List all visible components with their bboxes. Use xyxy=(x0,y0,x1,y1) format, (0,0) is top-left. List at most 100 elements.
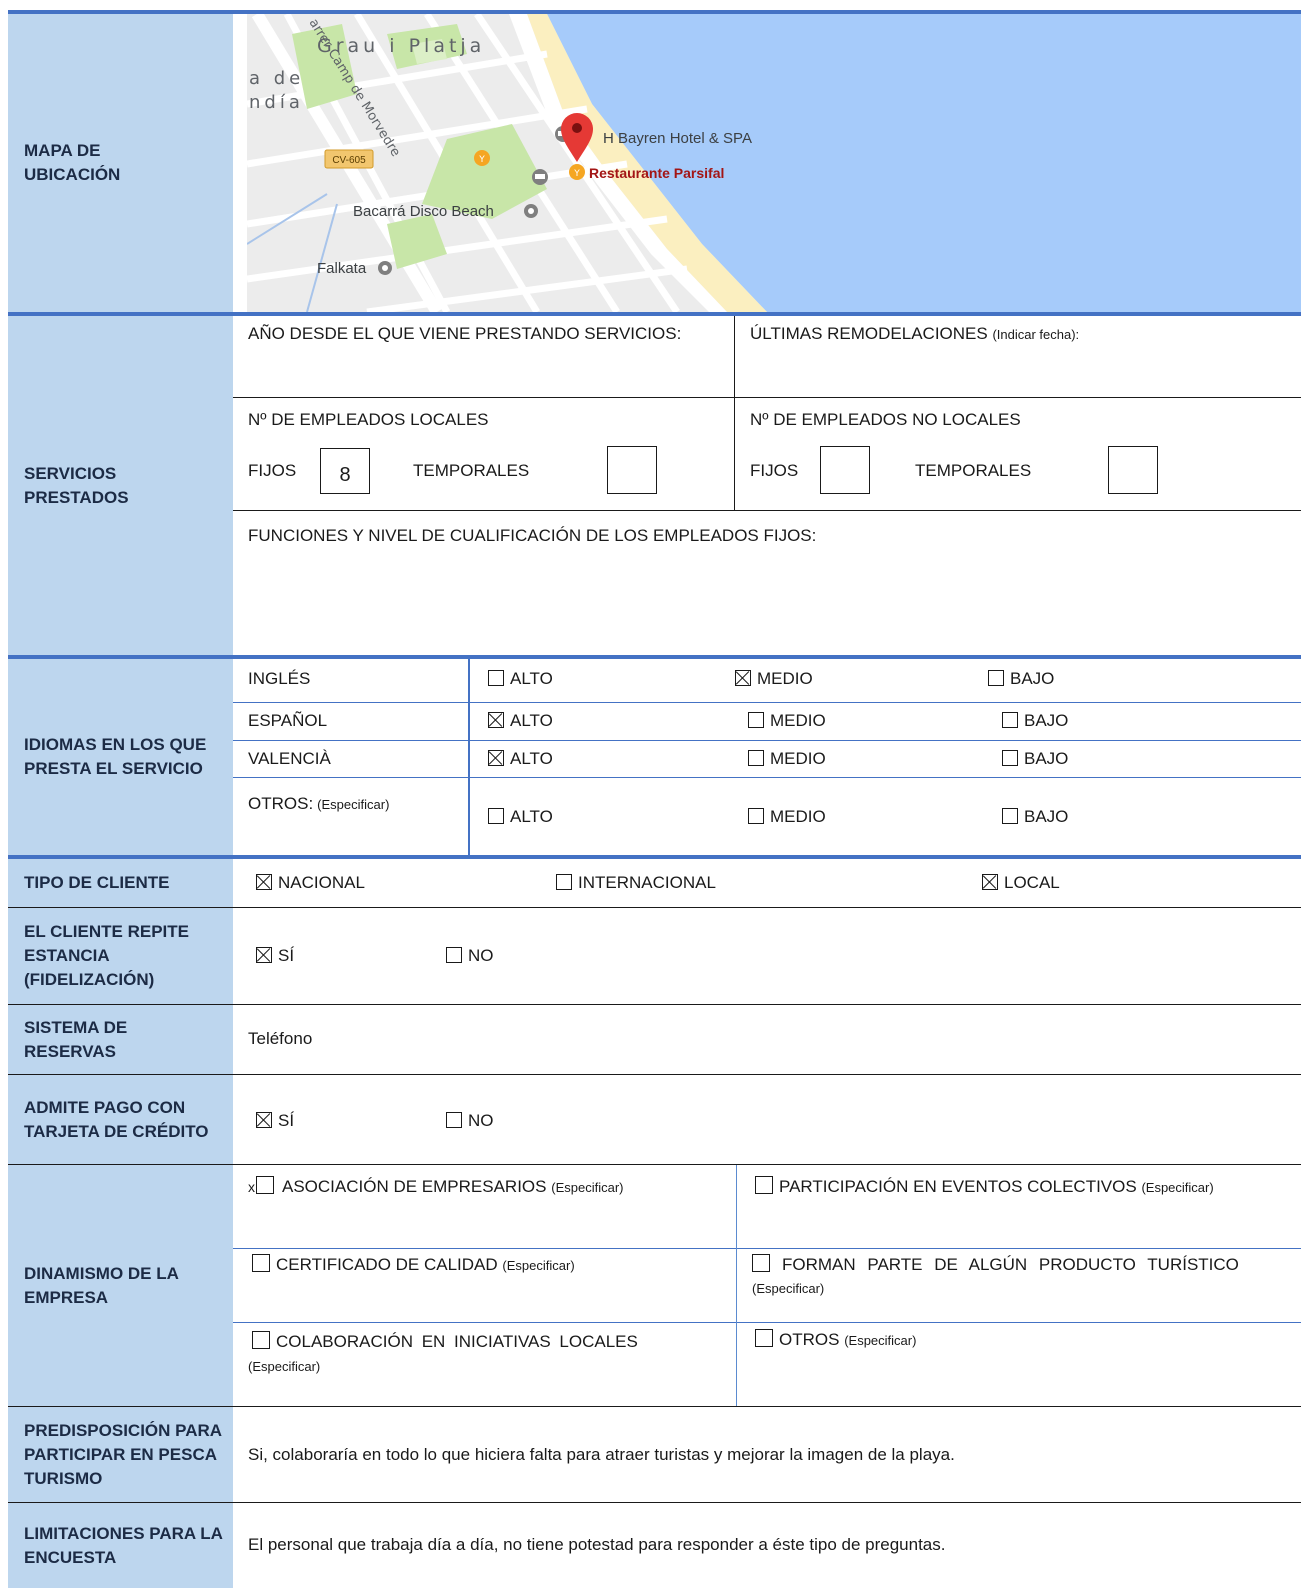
fijos-locales-label: FIJOS xyxy=(248,461,297,480)
divider-dinamismo xyxy=(736,1165,737,1406)
nacional-checkbox-icon[interactable] xyxy=(256,874,272,890)
repite-no-checkbox-icon[interactable] xyxy=(446,947,462,963)
pago-no-checkbox-icon[interactable] xyxy=(446,1112,462,1128)
map-road-label: CV-605 xyxy=(332,155,366,166)
idioma-bajo-checkbox-icon[interactable] xyxy=(1002,712,1018,728)
participacion-option[interactable]: PARTICIPACIÓN EN EVENTOS COLECTIVOS (Esp… xyxy=(755,1175,1214,1200)
asociacion-prefix: x xyxy=(248,1179,255,1195)
idioma-option-medio[interactable]: MEDIO xyxy=(748,805,826,829)
predisposicion-value: Si, colaboraría en todo lo que hiciera f… xyxy=(248,1445,955,1464)
idioma-medio-checkbox-icon[interactable] xyxy=(748,808,764,824)
label-tipo-cliente: TIPO DE CLIENTE xyxy=(24,873,170,892)
idioma-option-bajo[interactable]: BAJO xyxy=(988,667,1054,691)
pago-si-option[interactable]: SÍ xyxy=(256,1109,294,1133)
fijos-locales-value: 8 xyxy=(339,464,351,486)
funciones-label: FUNCIONES Y NIVEL DE CUALIFICACIÓN DE LO… xyxy=(248,526,817,545)
remodel-note: (Indicar fecha): xyxy=(992,327,1080,342)
producto-note: (Especificar) xyxy=(752,1281,825,1296)
idioma-name: OTROS: (Especificar) xyxy=(248,792,389,817)
map-area-left2: ndía xyxy=(249,92,304,113)
idioma-alto-checkbox-icon[interactable] xyxy=(488,808,504,824)
idioma-option-bajo[interactable]: BAJO xyxy=(1002,747,1068,771)
repite-no-label: NO xyxy=(468,946,494,965)
idioma-alto-checkbox-icon[interactable] xyxy=(488,750,504,766)
divider-serv-1 xyxy=(734,316,735,398)
certificado-label: CERTIFICADO DE CALIDAD xyxy=(276,1255,498,1274)
idioma-medio-checkbox-icon[interactable] xyxy=(735,670,751,686)
asociacion-checkbox-icon[interactable] xyxy=(256,1176,274,1194)
idioma-option-alto[interactable]: ALTO xyxy=(488,667,553,691)
colaboracion-option[interactable]: COLABORACIÓN EN INICIATIVAS LOCALES xyxy=(252,1330,638,1354)
temporales-no-locales-field[interactable] xyxy=(1108,446,1158,494)
label-pago: ADMITE PAGO CON TARJETA DE CRÉDITO xyxy=(24,1097,209,1141)
repite-si-label: SÍ xyxy=(278,946,295,965)
label-repite: EL CLIENTE REPITE ESTANCIA (FIDELIZACIÓN… xyxy=(24,922,189,989)
map-disco-label: Bacarrá Disco Beach xyxy=(353,203,494,220)
divider-idiomas xyxy=(468,659,470,855)
idioma-level-label: MEDIO xyxy=(770,711,826,730)
idioma-medio-checkbox-icon[interactable] xyxy=(748,712,764,728)
producto-option[interactable]: FORMAN PARTE DE ALGÚN PRODUCTO TURÍSTICO xyxy=(752,1253,1239,1277)
repite-no-option[interactable]: NO xyxy=(446,944,494,968)
local-checkbox-icon[interactable] xyxy=(982,874,998,890)
form-page: MAPA DE UBICACIÓN SERVICIOS PRESTADOS ID… xyxy=(0,0,1301,1588)
rule-din-1 xyxy=(233,1248,1301,1249)
label-idiomas: IDIOMAS EN LOS QUE PRESTA EL SERVICIO xyxy=(24,735,207,778)
repite-si-option[interactable]: SÍ xyxy=(256,944,294,968)
idioma-name: INGLÉS xyxy=(248,667,310,691)
idioma-alto-checkbox-icon[interactable] xyxy=(488,712,504,728)
idioma-bajo-checkbox-icon[interactable] xyxy=(988,670,1004,686)
local-option[interactable]: LOCAL xyxy=(982,871,1060,895)
temporales-locales-field[interactable] xyxy=(607,446,657,494)
map-area-left1: a de xyxy=(249,68,304,89)
repite-si-checkbox-icon[interactable] xyxy=(256,947,272,963)
pago-no-option[interactable]: NO xyxy=(446,1109,494,1133)
fijos-no-locales-field[interactable] xyxy=(820,446,870,494)
temporales-locales-label: TEMPORALES xyxy=(413,461,530,480)
participacion-checkbox-icon[interactable] xyxy=(755,1176,773,1194)
otros-checkbox-icon[interactable] xyxy=(755,1329,773,1347)
otros-option[interactable]: OTROS (Especificar) xyxy=(755,1328,916,1353)
map-restaurant-label: Restaurante Parsifal xyxy=(589,165,724,181)
producto-checkbox-icon[interactable] xyxy=(752,1254,770,1272)
reservas-value: Teléfono xyxy=(248,1029,313,1048)
fijos-locales-field[interactable]: 8 xyxy=(320,448,370,494)
colaboracion-checkbox-icon[interactable] xyxy=(252,1331,270,1349)
idioma-level-label: MEDIO xyxy=(757,669,813,688)
idioma-option-medio[interactable]: MEDIO xyxy=(748,709,826,733)
map-hotel-label: H Bayren Hotel & SPA xyxy=(603,130,752,147)
idioma-level-label: ALTO xyxy=(510,807,553,826)
idioma-option-alto[interactable]: ALTO xyxy=(488,709,553,733)
certificado-option[interactable]: CERTIFICADO DE CALIDAD (Especificar) xyxy=(252,1253,575,1278)
idioma-bajo-checkbox-icon[interactable] xyxy=(1002,750,1018,766)
certificado-checkbox-icon[interactable] xyxy=(252,1254,270,1272)
idioma-option-alto[interactable]: ALTO xyxy=(488,747,553,771)
internacional-option[interactable]: INTERNACIONAL xyxy=(556,871,716,895)
label-dinamismo: DINAMISMO DE LA EMPRESA xyxy=(24,1263,179,1307)
temporales-no-locales-label: TEMPORALES xyxy=(915,461,1032,480)
idioma-label: OTROS: xyxy=(248,794,314,813)
fijos-no-locales-label: FIJOS xyxy=(750,461,799,480)
pago-si-checkbox-icon[interactable] xyxy=(256,1112,272,1128)
idioma-option-medio[interactable]: MEDIO xyxy=(748,747,826,771)
label-reservas: SISTEMA DE RESERVAS xyxy=(24,1017,128,1061)
label-predisposicion: PREDISPOSICIÓN PARA PARTICIPAR EN PESCA … xyxy=(24,1420,222,1488)
idioma-bajo-checkbox-icon[interactable] xyxy=(1002,808,1018,824)
nacional-option[interactable]: NACIONAL xyxy=(256,871,365,895)
internacional-checkbox-icon[interactable] xyxy=(556,874,572,890)
idioma-option-bajo[interactable]: BAJO xyxy=(1002,709,1068,733)
asociacion-option[interactable]: x ASOCIACIÓN DE EMPRESARIOS (Especificar) xyxy=(248,1175,623,1200)
idioma-option-medio[interactable]: MEDIO xyxy=(735,667,813,691)
idioma-label: ESPAÑOL xyxy=(248,711,328,730)
otros-label: OTROS xyxy=(779,1330,840,1349)
location-map[interactable]: CV-605 Y Y Grau i Platja a de ndía arrer… xyxy=(247,14,1301,312)
rule-serv-1 xyxy=(233,397,1301,398)
idioma-level-label: BAJO xyxy=(1024,807,1069,826)
idioma-alto-checkbox-icon[interactable] xyxy=(488,670,504,686)
limitaciones-value: El personal que trabaja día a día, no ti… xyxy=(248,1535,946,1554)
idioma-medio-checkbox-icon[interactable] xyxy=(748,750,764,766)
asociacion-label: ASOCIACIÓN DE EMPRESARIOS xyxy=(282,1177,547,1196)
idioma-option-bajo[interactable]: BAJO xyxy=(1002,805,1068,829)
idioma-level-label: BAJO xyxy=(1024,711,1069,730)
idioma-option-alto[interactable]: ALTO xyxy=(488,805,553,829)
